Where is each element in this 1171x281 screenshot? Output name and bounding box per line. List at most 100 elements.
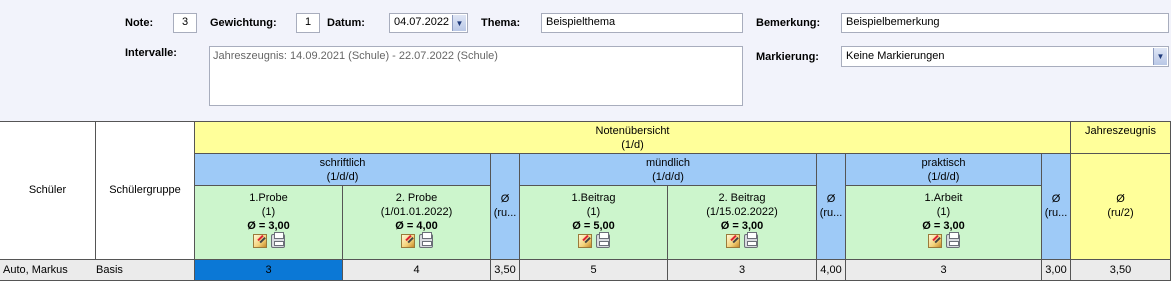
grade-value: 5 bbox=[590, 264, 597, 276]
exam-sub: (1) bbox=[936, 206, 951, 218]
student-name: Auto, Markus bbox=[3, 264, 68, 276]
exam-avg: Ø = 3,00 bbox=[247, 220, 290, 232]
muendlich-title: mündlich bbox=[645, 157, 691, 169]
gewichtung-label: Gewichtung: bbox=[210, 17, 277, 29]
bemerkung-label: Bemerkung: bbox=[756, 17, 821, 29]
grade-cell-selected[interactable]: 3 bbox=[195, 260, 343, 281]
avg-sub: (ru... bbox=[493, 207, 517, 219]
avg-sub: (ru/2) bbox=[1107, 207, 1134, 219]
praktisch-sub: (1/d/d) bbox=[927, 171, 960, 183]
note-input[interactable]: 3 bbox=[173, 13, 197, 33]
gruppe-header-label: Schülergruppe bbox=[109, 184, 181, 196]
schueler-header-label: Schüler bbox=[28, 184, 67, 196]
exam-title: 2. Probe bbox=[395, 192, 438, 204]
print-icon[interactable] bbox=[418, 232, 433, 248]
schriftlich-header[interactable]: schriftlich (1/d/d) bbox=[195, 154, 491, 186]
exam-header[interactable]: 2. Beitrag (1/15.02.2022) Ø = 3,00 bbox=[668, 186, 817, 260]
notenuebersicht-sub: (1/d) bbox=[621, 139, 644, 151]
avg-value: 3,50 bbox=[1109, 264, 1132, 276]
student-name-cell[interactable]: Auto, Markus bbox=[0, 260, 96, 281]
jahreszeugnis-avg-cell[interactable]: 3,50 bbox=[1071, 260, 1171, 281]
praktisch-avg-header[interactable]: Ø (ru... bbox=[1042, 154, 1071, 260]
avg-symbol: Ø bbox=[1051, 193, 1061, 205]
print-icon[interactable] bbox=[744, 232, 758, 248]
exam-title: 1.Arbeit bbox=[924, 192, 963, 204]
exam-sub: (1) bbox=[261, 206, 276, 218]
schriftlich-sub: (1/d/d) bbox=[326, 171, 359, 183]
note-label: Note: bbox=[125, 17, 154, 29]
avg-symbol: Ø bbox=[500, 193, 510, 205]
intervalle-textarea[interactable]: Jahreszeugnis: 14.09.2021 (Schule) - 22.… bbox=[209, 46, 743, 106]
avg-sub: (ru... bbox=[819, 207, 843, 219]
grade-value: 3 bbox=[265, 264, 272, 276]
print-icon[interactable] bbox=[595, 232, 610, 248]
grade-cell[interactable]: 5 bbox=[520, 260, 668, 281]
avg-cell[interactable]: 4,00 bbox=[817, 260, 846, 281]
exam-header[interactable]: 2. Probe (1/01.01.2022) Ø = 4,00 bbox=[343, 186, 491, 260]
exam-avg: Ø = 3,00 bbox=[720, 220, 764, 232]
exam-title: 2. Beitrag bbox=[718, 192, 766, 204]
markierung-label: Markierung: bbox=[756, 51, 819, 63]
praktisch-title: praktisch bbox=[921, 157, 966, 169]
exam-avg: Ø = 3,00 bbox=[922, 220, 965, 232]
exam-header[interactable]: 1.Beitrag (1) Ø = 5,00 bbox=[520, 186, 668, 260]
exam-sub: (1/15.02.2022) bbox=[706, 206, 778, 218]
exam-header[interactable]: 1.Arbeit (1) Ø = 3,00 bbox=[846, 186, 1042, 260]
exam-sub: (1/01.01.2022) bbox=[380, 206, 453, 218]
jahreszeugnis-avg-header[interactable]: Ø (ru/2) bbox=[1071, 154, 1171, 260]
grade-value: 3 bbox=[738, 264, 746, 276]
grades-grid: Schüler Schülergruppe Notenübersicht (1/… bbox=[0, 121, 1171, 281]
schueler-header[interactable]: Schüler bbox=[0, 122, 96, 260]
avg-value: 3,50 bbox=[494, 264, 516, 276]
edit-icon[interactable] bbox=[252, 234, 267, 248]
grade-cell[interactable]: 3 bbox=[668, 260, 817, 281]
gruppe-header[interactable]: Schülergruppe bbox=[96, 122, 195, 260]
student-group-cell[interactable]: Basis bbox=[96, 260, 195, 281]
markierung-select[interactable]: Keine Markierungen ▼ bbox=[841, 46, 1169, 67]
thema-input[interactable]: Beispielthema bbox=[541, 13, 743, 33]
avg-symbol: Ø bbox=[1116, 193, 1125, 205]
chevron-down-icon[interactable]: ▼ bbox=[452, 15, 466, 31]
grade-value: 4 bbox=[413, 264, 420, 276]
chevron-down-icon[interactable]: ▼ bbox=[1153, 48, 1167, 65]
intervalle-label: Intervalle: bbox=[125, 47, 177, 59]
edit-icon[interactable] bbox=[577, 234, 592, 248]
grade-cell[interactable]: 4 bbox=[343, 260, 491, 281]
print-icon[interactable] bbox=[270, 232, 285, 248]
exam-avg: Ø = 4,00 bbox=[395, 220, 438, 232]
avg-value: 3,00 bbox=[1045, 264, 1067, 276]
muendlich-sub: (1/d/d) bbox=[652, 171, 684, 183]
datum-picker[interactable]: 04.07.2022 ▼ bbox=[389, 13, 468, 33]
avg-value: 4,00 bbox=[820, 264, 842, 276]
edit-icon[interactable] bbox=[726, 234, 740, 248]
schriftlich-avg-header[interactable]: Ø (ru... bbox=[491, 154, 520, 260]
exam-avg: Ø = 5,00 bbox=[572, 220, 615, 232]
jahreszeugnis-header[interactable]: Jahreszeugnis bbox=[1071, 122, 1171, 154]
muendlich-header[interactable]: mündlich (1/d/d) bbox=[520, 154, 817, 186]
avg-cell[interactable]: 3,50 bbox=[491, 260, 520, 281]
grade-value: 3 bbox=[940, 264, 947, 276]
datum-value: 04.07.2022 bbox=[394, 16, 450, 28]
thema-label: Thema: bbox=[481, 17, 521, 29]
student-group: Basis bbox=[96, 264, 123, 276]
print-icon[interactable] bbox=[945, 232, 960, 248]
avg-sub: (ru... bbox=[1044, 207, 1068, 219]
datum-label: Datum: bbox=[327, 17, 365, 29]
exam-title: 1.Probe bbox=[249, 192, 288, 204]
schriftlich-title: schriftlich bbox=[319, 157, 366, 169]
gewichtung-input[interactable]: 1 bbox=[296, 13, 320, 33]
edit-icon[interactable] bbox=[400, 234, 415, 248]
muendlich-avg-header[interactable]: Ø (ru... bbox=[817, 154, 846, 260]
jahreszeugnis-title: Jahreszeugnis bbox=[1085, 125, 1156, 137]
exam-header[interactable]: 1.Probe (1) Ø = 3,00 bbox=[195, 186, 343, 260]
praktisch-header[interactable]: praktisch (1/d/d) bbox=[846, 154, 1042, 186]
avg-cell[interactable]: 3,00 bbox=[1042, 260, 1071, 281]
bemerkung-input[interactable]: Beispielbemerkung bbox=[841, 13, 1169, 33]
markierung-value: Keine Markierungen bbox=[846, 50, 945, 62]
exam-title: 1.Beitrag bbox=[571, 192, 616, 204]
avg-symbol: Ø bbox=[826, 193, 836, 205]
edit-icon[interactable] bbox=[927, 234, 942, 248]
notenuebersicht-title: Notenübersicht bbox=[595, 125, 670, 137]
notenuebersicht-header[interactable]: Notenübersicht (1/d) bbox=[195, 122, 1071, 154]
grade-cell[interactable]: 3 bbox=[846, 260, 1042, 281]
